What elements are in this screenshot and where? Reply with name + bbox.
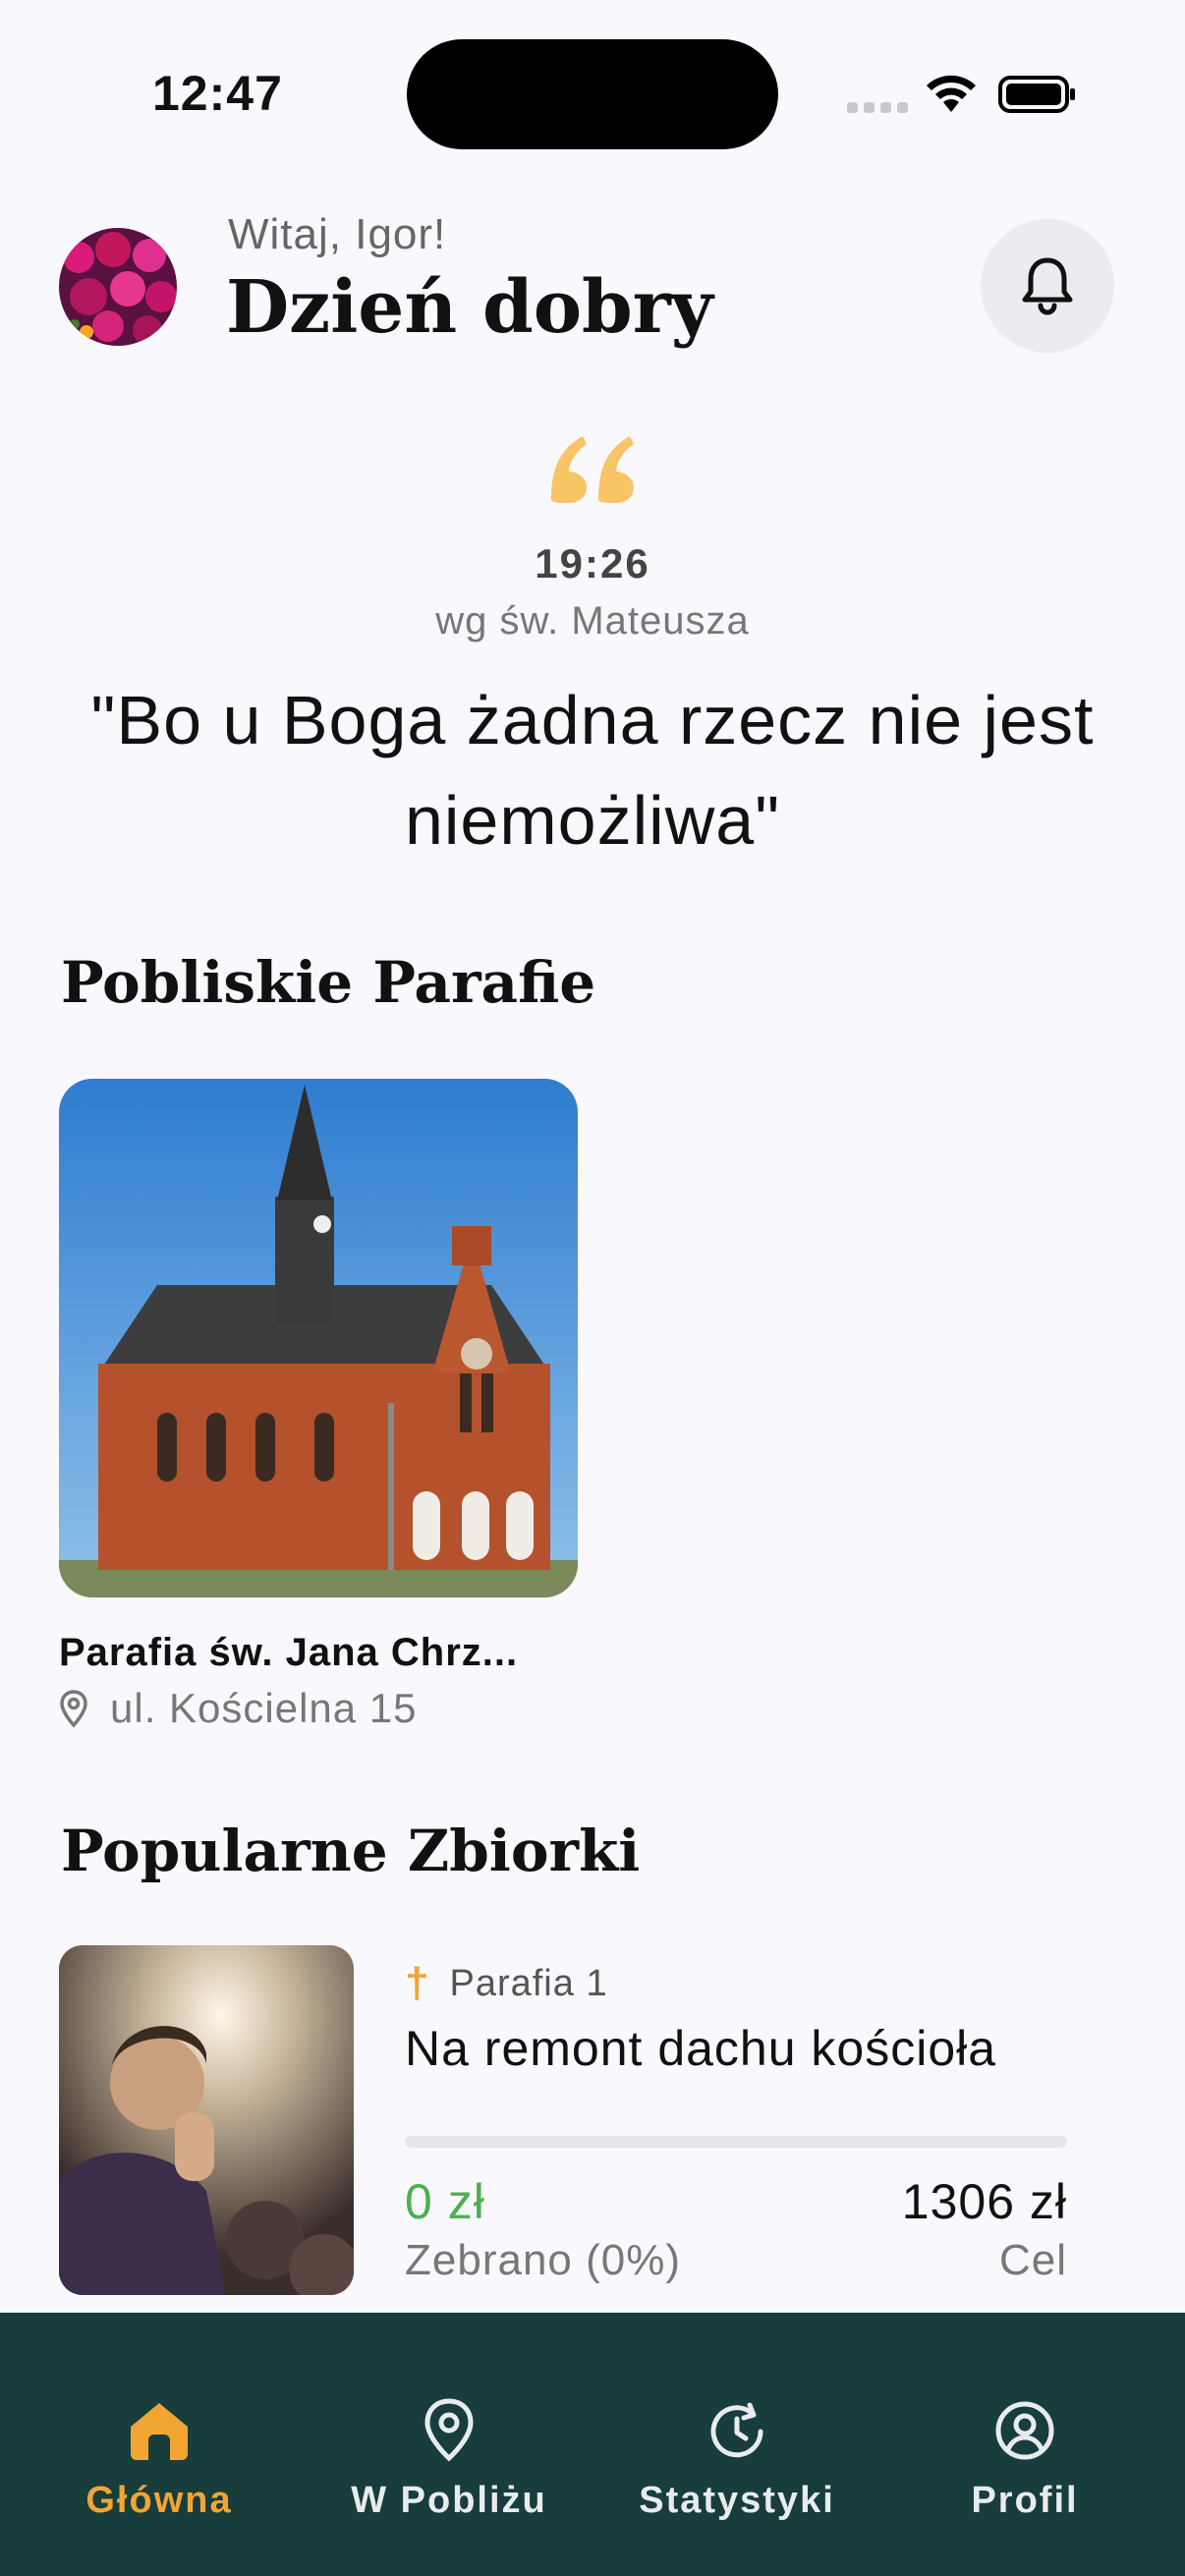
collection-parish-name: Parafia 1 — [449, 1962, 608, 2004]
parish-image — [59, 1079, 578, 1597]
battery-icon — [998, 76, 1075, 113]
verse-source: wg św. Mateusza — [435, 599, 750, 643]
collection-parish: † Parafia 1 — [405, 1959, 608, 2008]
wifi-icon — [927, 75, 976, 112]
collection-raised-amount: 0 zł — [405, 2174, 485, 2229]
location-pin-icon — [424, 2398, 474, 2462]
user-circle-icon — [995, 2401, 1054, 2460]
section-title-popular-collections: Popularne Zbiorki — [61, 1818, 641, 1884]
notifications-button[interactable] — [981, 219, 1114, 353]
bottom-navigation: Główna W Pobliżu Statystyki Profil — [0, 2313, 1185, 2576]
parish-address: ul. Kościelna 15 — [59, 1685, 578, 1732]
status-time: 12:47 — [152, 66, 283, 121]
cross-icon: † — [405, 1959, 430, 2007]
status-bar: 12:47 — [0, 0, 1185, 177]
parish-address-text: ul. Kościelna 15 — [110, 1685, 418, 1731]
verse-text: "Bo u Boga żadna rzecz nie jest niemożli… — [90, 682, 1095, 859]
history-icon — [710, 2402, 763, 2458]
nav-item-home[interactable]: Główna — [59, 2364, 259, 2522]
verse-reference: 19:26 — [535, 540, 650, 587]
parish-name: Parafia św. Jana Chrz... — [59, 1631, 519, 1674]
collection-card[interactable]: † Parafia 1 Na remont dachu kościoła 0 z… — [59, 1945, 1067, 2295]
nav-item-statistics[interactable]: Statystyki — [627, 2364, 847, 2522]
section-title-nearby-parishes: Pobliskie Parafie — [61, 949, 596, 1016]
home-icon — [131, 2403, 188, 2460]
avatar[interactable] — [59, 228, 177, 346]
bell-icon — [1022, 257, 1073, 315]
quote-icon — [0, 428, 1185, 512]
collection-progress-bar — [405, 2136, 1067, 2148]
nav-label-profile: Profil — [971, 2480, 1079, 2521]
page-title: Dzień dobry — [226, 265, 713, 350]
collection-goal-label: Cel — [998, 2236, 1067, 2284]
dynamic-island — [407, 39, 778, 149]
nav-label-nearby: W Pobliżu — [351, 2480, 547, 2521]
nav-item-profile[interactable]: Profil — [943, 2364, 1106, 2522]
location-pin-icon — [60, 1690, 87, 1728]
collection-raised-label: Zebrano (0%) — [405, 2236, 682, 2284]
collection-goal-amount: 1306 zł — [901, 2174, 1067, 2229]
nav-label-statistics: Statystyki — [639, 2480, 835, 2521]
parish-card[interactable]: Parafia św. Jana Chrz... ul. Kościelna 1… — [59, 1079, 578, 1732]
collection-image — [59, 1945, 354, 2295]
nav-item-nearby[interactable]: W Pobliżu — [344, 2364, 554, 2522]
nav-label-home: Główna — [85, 2480, 233, 2521]
greeting-text: Witaj, Igor! — [228, 210, 447, 258]
cellular-signal-icon — [847, 102, 908, 113]
collection-title: Na remont dachu kościoła — [405, 2021, 997, 2076]
